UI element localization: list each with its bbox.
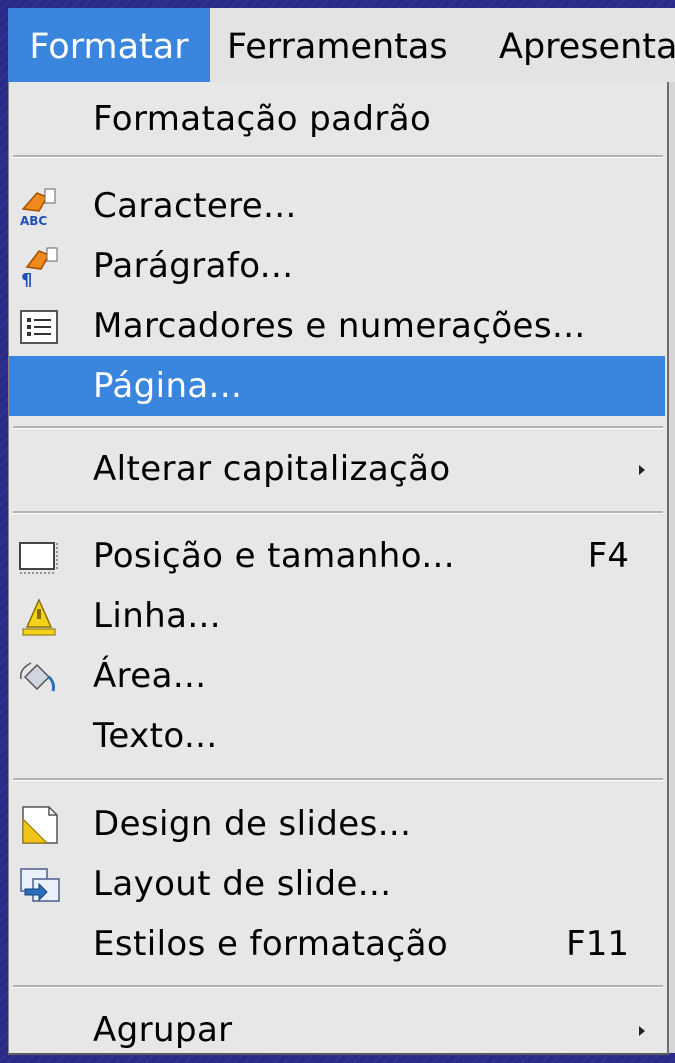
menubar-apresentacao[interactable]: Apresenta	[499, 8, 675, 82]
paragraph-format-icon: ¶	[17, 247, 63, 291]
slide-design-icon	[17, 805, 63, 845]
menu-item-area[interactable]: Área...	[9, 646, 665, 706]
area-fill-icon	[17, 657, 63, 697]
menu-separator	[13, 155, 663, 158]
menu-bar: Formatar Ferramentas Apresenta	[8, 8, 675, 83]
menubar-formatar[interactable]: Formatar	[8, 8, 210, 82]
menu-item-pagina[interactable]: Página...	[9, 356, 665, 416]
menu-item-texto[interactable]: Texto...	[9, 706, 665, 766]
background-window-edge	[668, 82, 675, 1053]
slide-layout-icon	[17, 865, 63, 905]
menu-item-label: Marcadores e numerações...	[93, 306, 586, 346]
menu-item-formatacao-padrao[interactable]: Formatação padrão	[9, 89, 665, 149]
menu-item-marcadores[interactable]: Marcadores e numerações...	[9, 296, 665, 356]
menu-item-caractere[interactable]: ABC Caractere...	[9, 176, 665, 236]
menu-item-label: Estilos e formatação	[93, 924, 449, 964]
svg-text:ABC: ABC	[20, 214, 47, 227]
menu-item-label: Página...	[93, 366, 243, 406]
formatar-dropdown-menu: Formatação padrão ABC Caractere... ¶ Par…	[8, 82, 669, 1055]
menu-item-agrupar[interactable]: Agrupar	[9, 1000, 665, 1060]
menu-separator	[13, 985, 663, 988]
menu-separator	[13, 426, 663, 429]
submenu-arrow-icon	[639, 1026, 645, 1036]
bullets-numbering-icon	[17, 307, 63, 347]
line-icon	[17, 597, 63, 637]
menubar-ferramentas[interactable]: Ferramentas	[227, 8, 448, 82]
menu-item-design-slides[interactable]: Design de slides...	[9, 794, 665, 854]
menu-item-label: Alterar capitalização	[93, 449, 451, 489]
menu-item-label: Linha...	[93, 596, 221, 636]
menu-item-estilos-formatacao[interactable]: Estilos e formatação F11	[9, 914, 665, 974]
menu-item-label: Formatação padrão	[93, 99, 432, 139]
menu-item-posicao-tamanho[interactable]: Posição e tamanho... F4	[9, 526, 665, 586]
menu-separator	[13, 778, 663, 781]
menu-item-linha[interactable]: Linha...	[9, 586, 665, 646]
menu-item-label: Parágrafo...	[93, 246, 294, 286]
menu-item-label: Caractere...	[93, 186, 297, 226]
menu-item-label: Área...	[93, 656, 207, 696]
position-size-icon	[17, 537, 63, 577]
svg-text:¶: ¶	[21, 270, 32, 287]
menu-item-label: Posição e tamanho...	[93, 536, 455, 576]
character-format-icon: ABC	[17, 187, 63, 228]
menu-item-label: Design de slides...	[93, 804, 412, 844]
menu-item-label: Layout de slide...	[93, 864, 392, 904]
submenu-arrow-icon	[639, 465, 645, 475]
menu-item-paragrafo[interactable]: ¶ Parágrafo...	[9, 236, 665, 296]
menu-item-label: Texto...	[93, 716, 218, 756]
menu-item-shortcut: F11	[566, 924, 629, 964]
menu-item-alterar-capitalizacao[interactable]: Alterar capitalização	[9, 439, 665, 499]
menu-separator	[13, 511, 663, 514]
menu-item-shortcut: F4	[587, 536, 629, 576]
menu-item-layout-slide[interactable]: Layout de slide...	[9, 854, 665, 914]
menu-item-label: Agrupar	[93, 1010, 233, 1050]
